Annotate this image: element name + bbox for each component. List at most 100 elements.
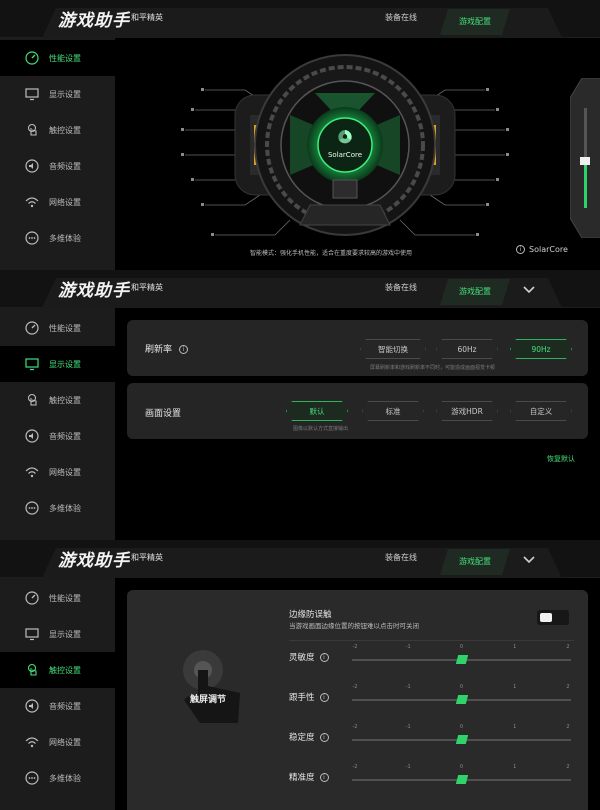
chevron-down-icon[interactable] — [522, 282, 536, 296]
info-icon[interactable]: i — [178, 345, 188, 354]
sidebar-item-3[interactable]: 音频设置 — [0, 418, 115, 454]
sidebar-item-label: 音频设置 — [49, 701, 81, 711]
tab-game-config[interactable]: 游戏配置 — [440, 549, 510, 575]
more-icon — [25, 771, 39, 785]
picture-hint: 图像以默认方式直接输出 — [293, 426, 349, 432]
sidebar-item-label: 显示设置 — [49, 89, 81, 99]
slider-label: 跟手性 i — [289, 691, 329, 703]
tab-game-config[interactable]: 游戏配置 — [440, 279, 510, 305]
sidebar-item-label: 网络设置 — [49, 467, 81, 477]
scale-tick: 0 — [459, 724, 464, 730]
sidebar-item-4[interactable]: 网络设置 — [0, 184, 115, 220]
wifi-icon — [25, 467, 39, 478]
sidebar-item-label: 显示设置 — [49, 629, 81, 639]
scale-tick: 2 — [566, 764, 570, 770]
sidebar-item-0[interactable]: 性能设置 — [0, 580, 115, 616]
scale-tick: -2 — [352, 684, 358, 690]
sidebar-item-2[interactable]: 触控设置 — [0, 382, 115, 418]
sidebar-item-label: 网络设置 — [49, 737, 81, 747]
sidebar-item-1[interactable]: 显示设置 — [0, 76, 115, 112]
sidebar-item-label: 触控设置 — [49, 665, 81, 675]
tab-game-config[interactable]: 游戏配置 — [440, 9, 510, 35]
app-logo: 游戏助手 — [58, 551, 130, 571]
scale-tick: -2 — [352, 644, 358, 650]
slider-thumb[interactable] — [455, 695, 468, 704]
sidebar-item-3[interactable]: 音频设置 — [0, 688, 115, 724]
info-icon[interactable]: i — [319, 652, 329, 662]
sidebar-item-0[interactable]: 性能设置 — [0, 40, 115, 76]
touch-icon — [27, 123, 37, 136]
refresh-rate-title: 刷新率 i — [145, 342, 188, 355]
game-name: 和平精英 — [131, 553, 163, 562]
refresh-rate-hint: 屏幕刷新率和游戏刷新率不同时，可能造成画面视觉卡顿 — [370, 365, 496, 371]
sidebar-item-0[interactable]: 性能设置 — [0, 310, 115, 346]
core-name: SolarCore — [328, 151, 362, 159]
option-standard[interactable]: 标准 — [362, 401, 424, 421]
slider-thumb[interactable] — [455, 735, 468, 744]
slider-label: 灵敏度 i — [289, 651, 329, 663]
picture-title: 画面设置 — [145, 409, 182, 419]
gauge-icon — [25, 321, 39, 335]
option-90hz[interactable]: 90Hz — [510, 339, 572, 359]
sidebar-item-5[interactable]: 多维体验 — [0, 760, 115, 796]
sidebar-item-4[interactable]: 网络设置 — [0, 454, 115, 490]
divider — [289, 640, 574, 641]
scale-tick: 1 — [513, 644, 517, 650]
restore-default-button[interactable]: 恢复默认 — [547, 454, 575, 464]
sidebar-item-5[interactable]: 多维体验 — [0, 220, 115, 256]
info-icon[interactable]: i — [319, 772, 329, 782]
slider-label: 稳定度 i — [289, 731, 329, 743]
sidebar-item-label: 显示设置 — [49, 359, 81, 369]
app-logo: 游戏助手 — [58, 281, 130, 301]
option-default[interactable]: 默认 — [286, 401, 348, 421]
sidebar-item-label: 音频设置 — [49, 161, 81, 171]
option-game-hdr[interactable]: 游戏HDR — [436, 401, 498, 421]
scale-tick: 0 — [459, 764, 464, 770]
sidebar-item-label: 性能设置 — [49, 593, 81, 603]
game-name: 和平精英 — [131, 283, 163, 292]
tab-equipment-online[interactable]: 装备在线 — [385, 12, 417, 23]
info-icon[interactable]: i — [319, 732, 329, 742]
sidebar-item-label: 性能设置 — [49, 323, 81, 333]
speaker-icon — [25, 699, 39, 713]
sidebar: 性能设置显示设置触控设置音频设置网络设置多维体验 — [0, 578, 115, 810]
top-bar: 游戏助手 和平精英 装备在线 游戏配置 — [0, 540, 600, 578]
sidebar-item-1[interactable]: 显示设置 — [0, 346, 115, 382]
solarcore-hud: SolarCore — [181, 54, 509, 236]
sidebar-item-3[interactable]: 音频设置 — [0, 148, 115, 184]
tab-equipment-online[interactable]: 装备在线 — [385, 552, 417, 563]
scale-tick: -2 — [352, 764, 358, 770]
scale-tick: -1 — [405, 644, 411, 650]
sidebar: 性能设置显示设置触控设置 音频设置网络设置多维体验 — [0, 308, 115, 540]
scale-tick: 2 — [566, 724, 570, 730]
option-custom[interactable]: 自定义 — [510, 401, 572, 421]
edge-protection-toggle[interactable] — [537, 610, 569, 625]
edge-protection-title: 边缘防误触 — [289, 610, 332, 620]
gauge-icon — [25, 591, 39, 605]
slider-thumb[interactable] — [455, 775, 468, 784]
sidebar-item-5[interactable]: 多维体验 — [0, 490, 115, 526]
slider-thumb[interactable] — [455, 655, 468, 664]
sidebar-item-4[interactable]: 网络设置 — [0, 724, 115, 760]
speaker-icon — [25, 159, 39, 173]
sidebar-item-1[interactable]: 显示设置 — [0, 616, 115, 652]
info-icon[interactable]: i — [319, 692, 329, 702]
scale-tick: 0 — [459, 644, 464, 650]
scale-tick: 2 — [566, 684, 570, 690]
option-60hz[interactable]: 60Hz — [436, 339, 498, 359]
sidebar-item-2[interactable]: 触控设置 — [0, 112, 115, 148]
sidebar-item-label: 多维体验 — [49, 773, 81, 783]
option-smart-switch[interactable]: 智能切换 — [360, 339, 426, 359]
chevron-down-icon[interactable] — [522, 552, 536, 566]
touch-adjust-title: 触屏调节 — [190, 695, 227, 705]
gauge-icon — [25, 51, 39, 65]
tab-equipment-online[interactable]: 装备在线 — [385, 282, 417, 293]
scale-tick: -1 — [405, 684, 411, 690]
scale-tick: 1 — [513, 764, 517, 770]
more-icon — [25, 231, 39, 245]
sidebar-item-2[interactable]: 触控设置 — [0, 652, 115, 688]
top-bar: 游戏助手 和平精英 装备在线 游戏配置 — [0, 0, 600, 38]
slider-label: 精准度 i — [289, 771, 329, 783]
info-icon[interactable]: i — [516, 245, 525, 254]
performance-slider[interactable] — [570, 78, 600, 238]
